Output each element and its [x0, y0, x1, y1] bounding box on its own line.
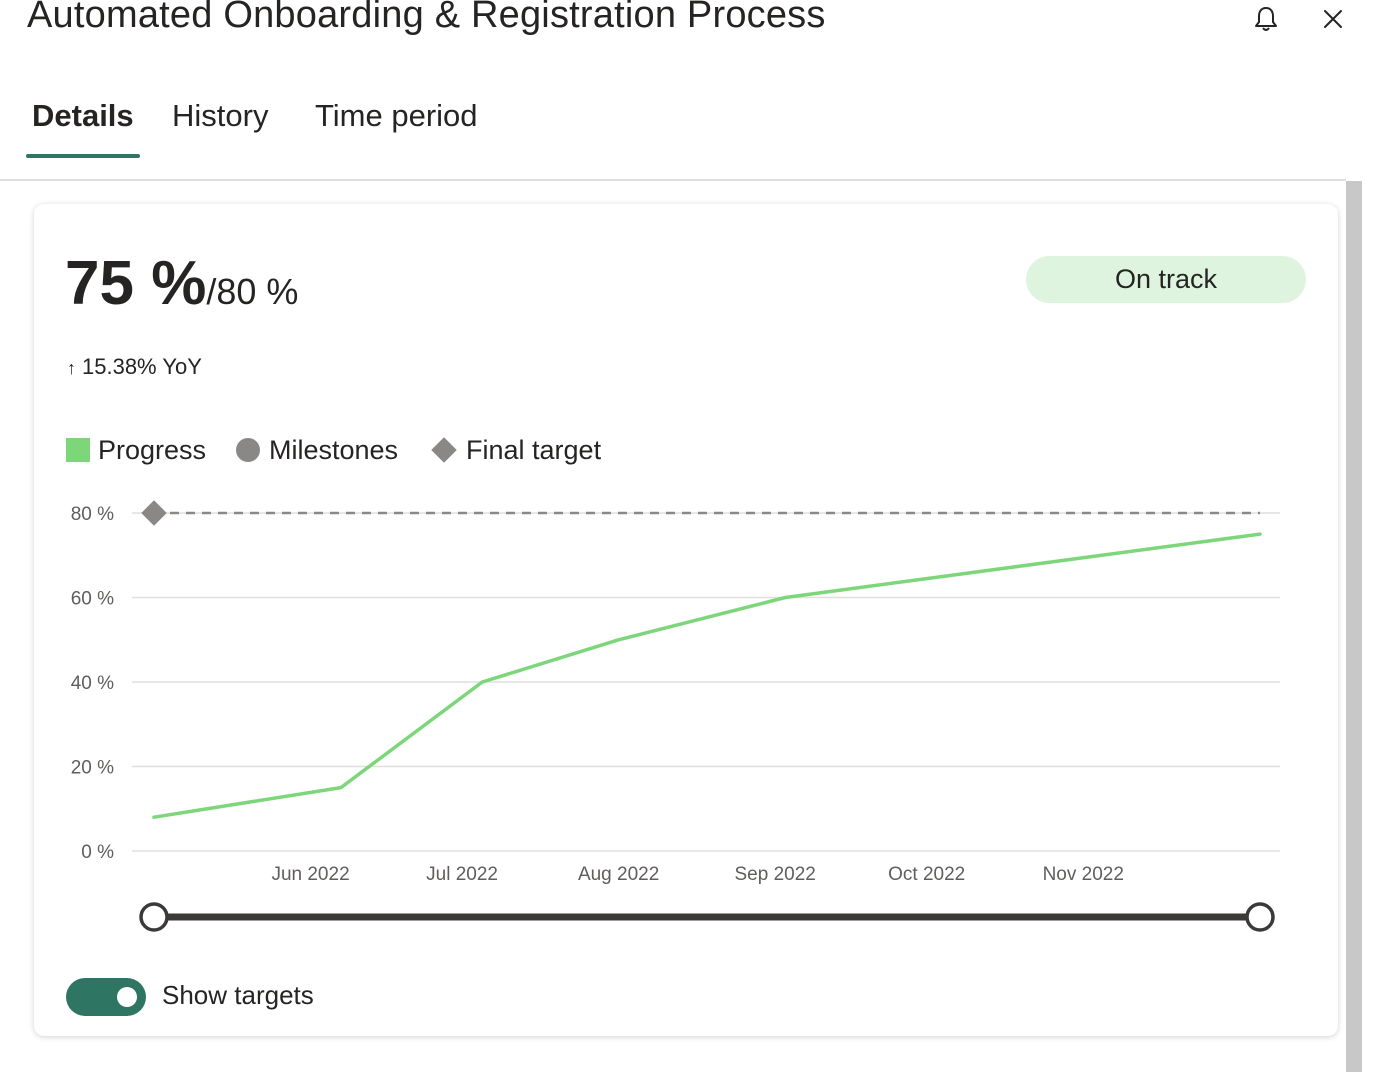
y-tick-label: 40 %	[71, 673, 114, 694]
x-tick-label: Jul 2022	[426, 864, 498, 885]
scrollbar[interactable]	[1346, 181, 1362, 1072]
current-value: 75 %/80 %	[65, 248, 298, 319]
show-targets-label: Show targets	[162, 980, 314, 1010]
legend-label-progress: Progress	[98, 434, 207, 465]
progress-chart: 0 % 20 % 40 % 60 % 80 % Jun 2022 Jul 2022 Aug 2…	[71, 500, 1280, 932]
tab-time-period[interactable]: Time period	[315, 88, 478, 158]
active-tab-indicator	[26, 154, 140, 158]
toggle-knob	[117, 987, 137, 1007]
tab-details-label: Details	[32, 98, 134, 133]
bell-icon[interactable]	[1251, 4, 1281, 34]
y-tick-label: 80 %	[71, 504, 114, 525]
legend-item-final-target: Final target	[430, 432, 601, 468]
x-tick-label: Aug 2022	[578, 864, 659, 885]
current-value-number: 75 %	[65, 249, 207, 318]
progress-series-line	[152, 532, 1262, 819]
x-tick-label: Jun 2022	[271, 864, 349, 885]
y-tick-label: 60 %	[71, 589, 114, 610]
target-value: /80 %	[206, 271, 299, 312]
header-divider	[0, 179, 1346, 181]
slider-end-handle[interactable]	[1245, 902, 1275, 932]
status-badge: On track	[1026, 256, 1306, 303]
final-target-diamond-icon	[141, 500, 167, 526]
y-tick-label: 0 %	[81, 842, 114, 863]
tab-details[interactable]: Details	[26, 88, 140, 158]
show-targets-toggle[interactable]	[66, 978, 146, 1016]
x-tick-label: Oct 2022	[888, 864, 965, 885]
legend-label-milestones: Milestones	[269, 434, 399, 465]
close-icon[interactable]	[1318, 4, 1348, 34]
page-title: Automated Onboarding & Registration Proc…	[27, 0, 826, 36]
y-tick-label: 20 %	[71, 758, 114, 779]
legend-label-final-target: Final target	[466, 434, 602, 465]
slider-start-handle[interactable]	[139, 902, 169, 932]
progress-swatch-icon	[66, 438, 90, 462]
arrow-up-icon: ↑	[67, 358, 76, 378]
diamond-icon	[431, 437, 457, 463]
x-tick-label: Nov 2022	[1043, 864, 1124, 885]
yoy-change-text: 15.38% YoY	[82, 354, 202, 379]
tab-history[interactable]: History	[172, 88, 268, 158]
yoy-change: ↑ 15.38% YoY	[67, 354, 202, 380]
goal-details-card: 75 %/80 % On track ↑ 15.38% YoY Progress …	[34, 204, 1338, 1036]
legend-item-progress: Progress	[66, 432, 206, 468]
x-tick-label: Sep 2022	[734, 864, 815, 885]
legend-item-milestones: Milestones	[236, 432, 398, 468]
milestone-circle-icon	[236, 438, 260, 462]
